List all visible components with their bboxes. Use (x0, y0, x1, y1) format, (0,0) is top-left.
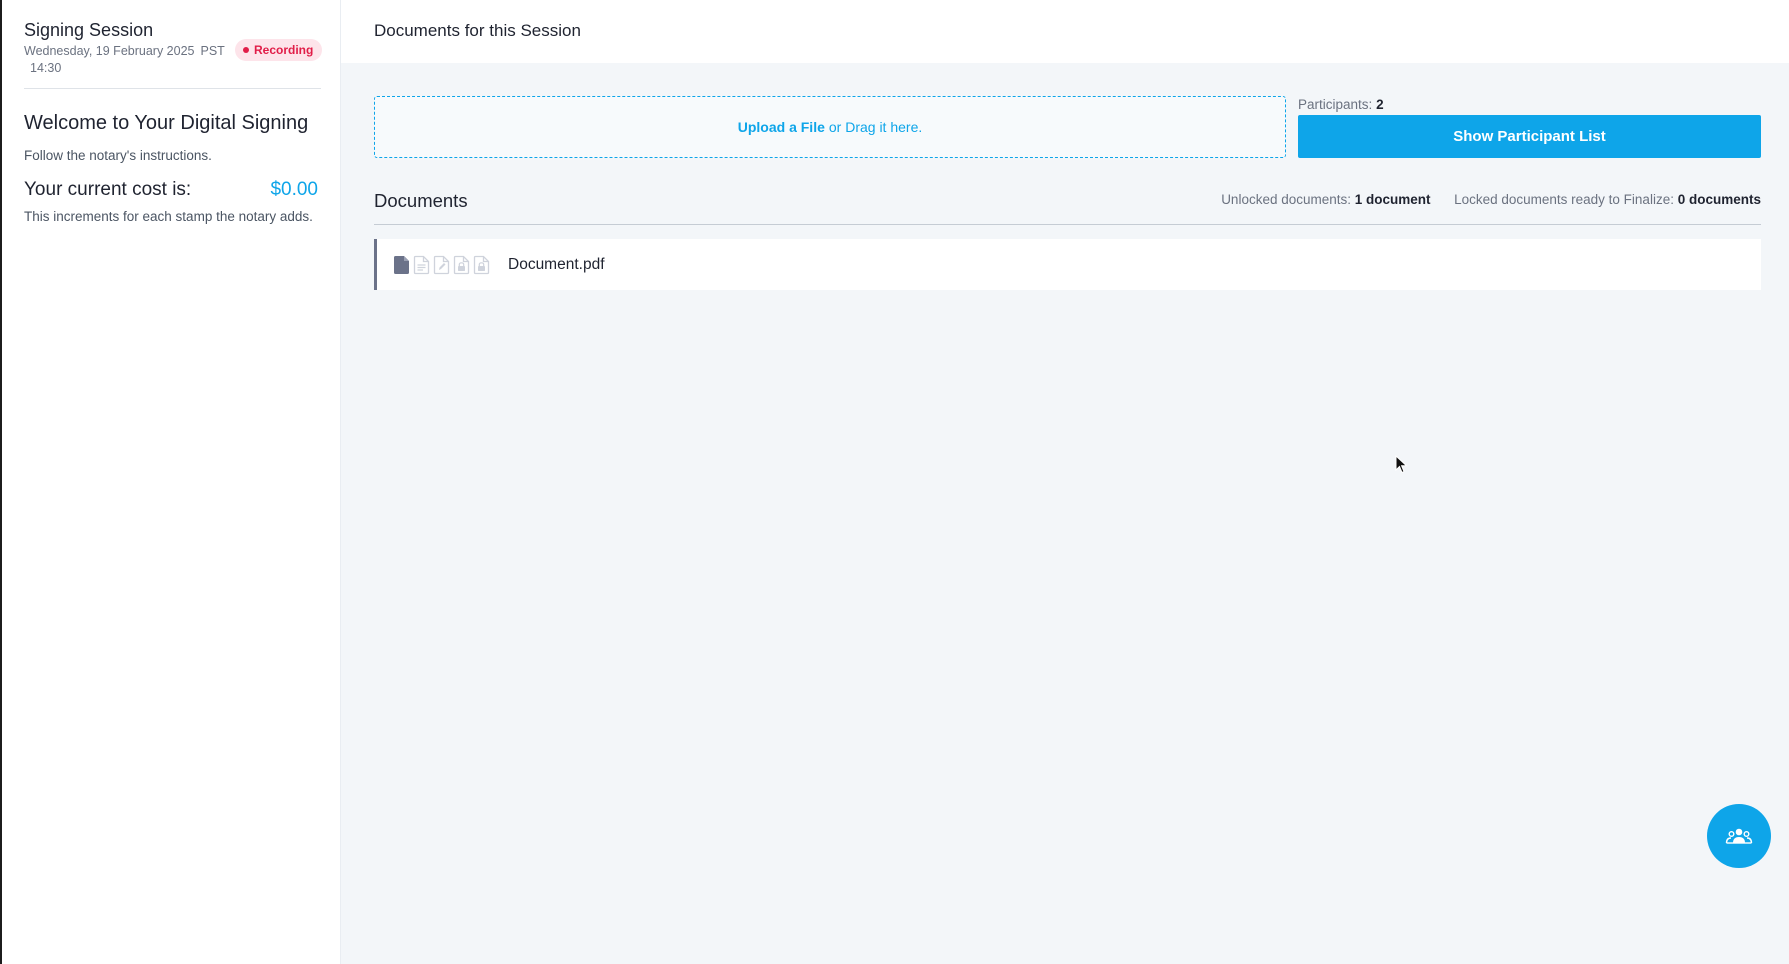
participants-label: Participants: (1298, 97, 1373, 112)
locked-label: Locked documents ready to Finalize: (1454, 192, 1674, 207)
documents-panel: Upload a File or Drag it here. Participa… (341, 63, 1789, 964)
show-participant-list-button[interactable]: Show Participant List (1298, 115, 1761, 158)
documents-divider (374, 224, 1761, 225)
cost-note: This increments for each stamp the notar… (24, 209, 313, 224)
mouse-cursor-icon (1395, 455, 1408, 474)
document-edit-icon (433, 255, 450, 275)
upload-drag-text: or Drag it here. (828, 119, 923, 135)
participants-value: 2 (1376, 97, 1384, 112)
recording-dot-icon (243, 47, 249, 53)
documents-stats: Unlocked documents: 1 document Locked do… (1221, 192, 1761, 207)
participants-icon (1725, 828, 1753, 844)
locked-value: 0 documents (1677, 192, 1761, 207)
session-sidebar: Signing Session Wednesday, 19 February 2… (2, 0, 341, 964)
upload-dropzone[interactable]: Upload a File or Drag it here. (374, 96, 1286, 158)
document-lock-final-icon (473, 255, 490, 275)
unlocked-label: Unlocked documents: (1221, 192, 1352, 207)
page-title: Documents for this Session (374, 21, 581, 40)
upload-file-link[interactable]: Upload a File (738, 119, 825, 135)
documents-heading: Documents (374, 190, 468, 211)
unlocked-value: 1 document (1354, 192, 1431, 207)
document-status-icons (393, 255, 490, 275)
main-header: Documents for this Session (341, 0, 1789, 63)
sidebar-divider (24, 88, 321, 89)
document-row[interactable]: Document.pdf (374, 239, 1761, 290)
participants-count: Participants: 2 (1298, 97, 1384, 112)
welcome-heading: Welcome to Your Digital Signing (24, 112, 309, 134)
instructions-text: Follow the notary's instructions. (24, 148, 212, 163)
cost-value: $0.00 (270, 179, 318, 200)
document-name[interactable]: Document.pdf (508, 256, 605, 274)
document-lines-icon (413, 255, 430, 275)
document-lock-icon (453, 255, 470, 275)
recording-label: Recording (254, 43, 314, 57)
cost-label: Your current cost is: (24, 179, 192, 200)
session-timezone: PST (200, 44, 225, 58)
session-title: Signing Session (24, 20, 154, 40)
session-date-text: Wednesday, 19 February 2025 (24, 44, 195, 58)
participants-fab-button[interactable] (1707, 804, 1771, 868)
document-filled-icon (393, 255, 410, 275)
recording-badge: Recording (235, 39, 323, 61)
session-time: 14:30 (30, 61, 62, 75)
